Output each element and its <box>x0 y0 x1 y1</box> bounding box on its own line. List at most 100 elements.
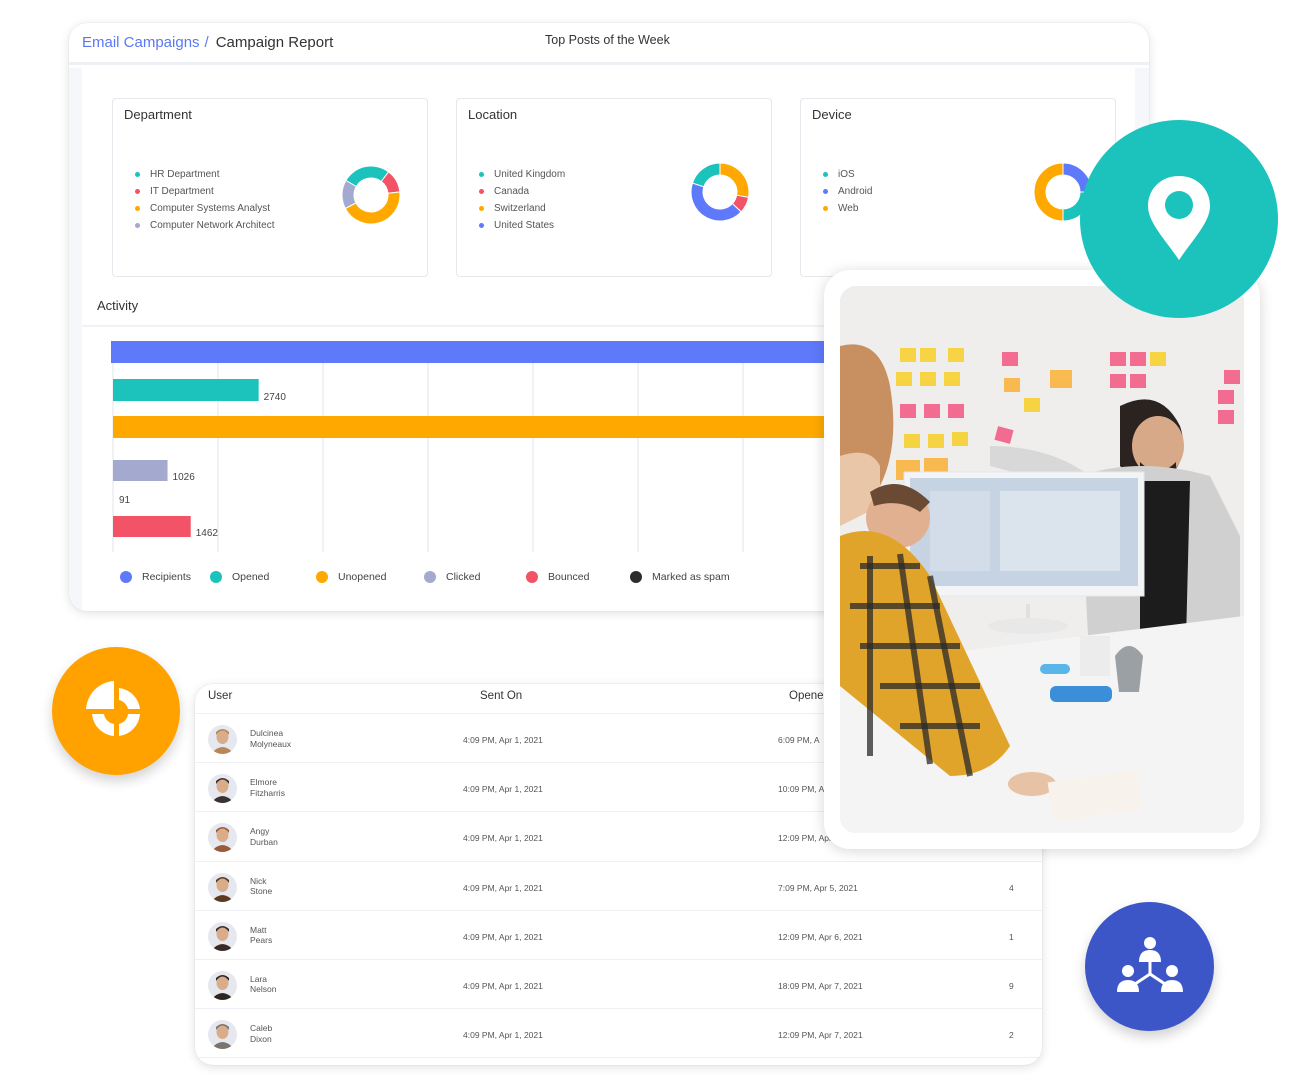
legend-label: iOS <box>838 169 855 180</box>
user-last-name: Pears <box>250 935 273 946</box>
donut-slice-switzerland[interactable] <box>719 162 750 199</box>
avatar <box>208 774 237 804</box>
user-last-name: Molyneaux <box>250 738 292 749</box>
user-name: Lara Nelson <box>250 974 276 995</box>
legend-item: Computer Systems Analyst <box>135 200 275 217</box>
department-legend: HR Department IT Department Computer Sys… <box>135 166 275 234</box>
legend-label: Android <box>838 186 873 197</box>
legend-item: HR Department <box>135 166 275 183</box>
sent-on-cell: 4:09 PM, Apr 1, 2021 <box>463 1030 543 1041</box>
avatar <box>208 970 237 1000</box>
user-first-name: Nick <box>250 875 267 886</box>
sent-on-cell: 4:09 PM, Apr 1, 2021 <box>463 784 543 795</box>
legend-dot <box>823 206 828 211</box>
legend-clicked[interactable]: Clicked <box>424 571 480 583</box>
legend-item: United States <box>479 217 565 234</box>
legend-dot <box>630 571 642 583</box>
user-first-name: Lara <box>250 973 268 984</box>
table-row[interactable]: Caleb Dixon 4:09 PM, Apr 1, 2021 12:09 PM, … <box>195 1009 1042 1059</box>
legend-dot <box>479 172 484 177</box>
data-label-marked-as-spam: 91 <box>119 495 131 506</box>
column-header-sent-on[interactable]: Sent On <box>480 690 522 702</box>
table-row[interactable]: Matt Pears 4:09 PM, Apr 1, 2021 12:09 PM, A… <box>195 911 1042 960</box>
donut-slice-web[interactable] <box>1033 162 1064 222</box>
breadcrumb-separator: / <box>204 34 209 51</box>
bar-clicked[interactable] <box>113 460 168 481</box>
data-label-bounced: 1462 <box>196 528 219 539</box>
legend-dot <box>479 189 484 194</box>
legend-dot <box>210 571 222 583</box>
user-last-name: Durban <box>250 836 278 847</box>
team-meeting-photo <box>840 286 1244 833</box>
user-first-name: Angy <box>250 826 270 837</box>
department-card: Department HR Department IT Department C… <box>112 98 428 277</box>
column-header-user[interactable]: User <box>208 690 232 702</box>
table-row[interactable]: Lara Nelson 4:09 PM, Apr 1, 2021 18:09 PM, … <box>195 960 1042 1010</box>
legend-label: United Kingdom <box>494 169 566 180</box>
card-title: Location <box>468 107 518 122</box>
bar-opened[interactable] <box>113 379 259 401</box>
legend-label: Web <box>838 203 859 214</box>
legend-opened[interactable]: Opened <box>210 571 269 583</box>
sent-on-cell: 4:09 PM, Apr 1, 2021 <box>463 735 543 745</box>
card-title: Device <box>812 107 852 122</box>
user-first-name: Elmore <box>250 777 277 788</box>
legend-dot <box>135 189 140 194</box>
legend-recipients[interactable]: Recipients <box>120 571 191 583</box>
legend-dot <box>135 223 140 228</box>
count-cell: 1 <box>1009 931 1014 942</box>
legend-bounced[interactable]: Bounced <box>526 571 589 583</box>
legend-item: United Kingdom <box>479 166 565 183</box>
legend-label: United States <box>494 220 555 231</box>
location-badge <box>1080 120 1278 318</box>
opened-cell: 7:09 PM, Apr 5, 2021 <box>778 882 858 893</box>
data-label-clicked: 1026 <box>173 472 196 483</box>
bar-bounced[interactable] <box>113 516 191 537</box>
donut-slice-hr-department[interactable] <box>345 165 390 188</box>
user-last-name: Dixon <box>250 1033 272 1044</box>
count-cell: 2 <box>1009 1030 1014 1041</box>
donut-slice-united-kingdom[interactable] <box>691 162 721 188</box>
avatar <box>208 823 237 853</box>
team-network-badge <box>1085 902 1214 1031</box>
legend-label: Marked as spam <box>652 571 730 583</box>
legend-dot <box>120 571 132 583</box>
sent-on-cell: 4:09 PM, Apr 1, 2021 <box>463 931 543 942</box>
legend-marked-as-spam[interactable]: Marked as spam <box>630 571 730 583</box>
avatar <box>208 1020 237 1050</box>
opened-cell: 10:09 PM, A <box>778 784 825 795</box>
table-row[interactable]: Nick Stone 4:09 PM, Apr 1, 2021 7:09 PM, Ap… <box>195 862 1042 911</box>
location-card: Location United Kingdom Canada Switzerla… <box>456 98 772 277</box>
map-pin-icon <box>1148 176 1210 260</box>
breadcrumb-email-campaigns[interactable]: Email Campaigns <box>82 34 200 51</box>
team-photo-card <box>824 270 1260 849</box>
legend-dot <box>424 571 436 583</box>
pie-chart-badge <box>52 647 180 775</box>
legend-dot <box>316 571 328 583</box>
legend-label: Canada <box>494 186 530 197</box>
sent-on-cell: 4:09 PM, Apr 1, 2021 <box>463 833 543 844</box>
user-name: Matt Pears <box>250 925 272 946</box>
donut-slice-computer-network-architect[interactable] <box>341 179 357 210</box>
data-label-opened: 2740 <box>264 392 287 403</box>
opened-cell: 12:09 PM, Apr 7, 2021 <box>778 1030 863 1041</box>
avatar <box>208 872 237 902</box>
legend-item: Android <box>823 183 872 200</box>
legend-label: IT Department <box>150 186 214 197</box>
user-name: Caleb Dixon <box>250 1023 272 1044</box>
legend-unopened[interactable]: Unopened <box>316 571 386 583</box>
legend-dot <box>135 172 140 177</box>
top-posts-tab[interactable]: Top Posts of the Week <box>545 33 670 47</box>
report-header: Email Campaigns / Campaign Report Top Po… <box>69 23 1149 65</box>
legend-label: Opened <box>232 571 270 583</box>
legend-item: Web <box>823 200 872 217</box>
legend-dot <box>135 206 140 211</box>
breadcrumb-current: Campaign Report <box>215 34 334 51</box>
legend-item: IT Department <box>135 183 275 200</box>
location-donut-chart <box>690 162 750 222</box>
user-first-name: Dulcinea <box>250 728 284 738</box>
legend-item: Canada <box>479 183 565 200</box>
user-name: Elmore Fitzharris <box>250 777 285 798</box>
pie-chart-icon <box>86 681 140 736</box>
activity-title: Activity <box>97 298 139 313</box>
